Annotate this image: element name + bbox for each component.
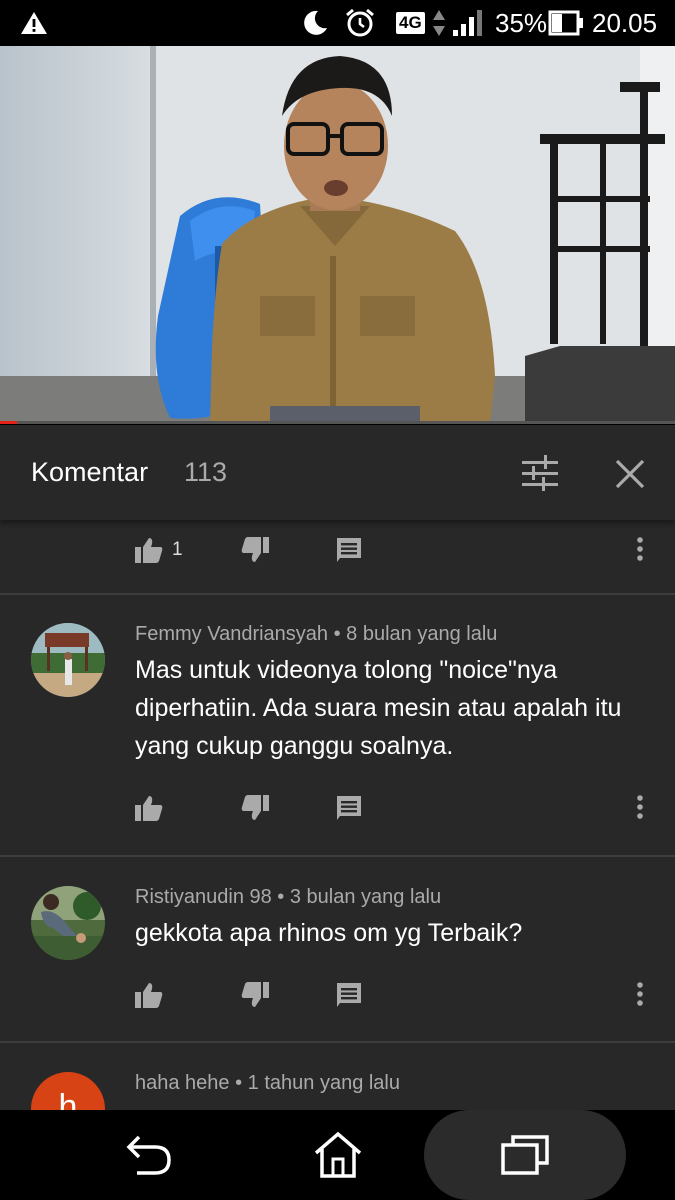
reply-button[interactable]	[336, 530, 362, 570]
video-frame	[0, 46, 675, 424]
close-icon[interactable]	[608, 449, 652, 497]
like-button[interactable]	[134, 788, 164, 828]
avatar-letter: h	[58, 1088, 78, 1110]
comments-header: Komentar 113	[0, 425, 675, 520]
signal-icon	[452, 0, 486, 46]
battery-icon	[548, 0, 584, 46]
avatar[interactable]	[31, 623, 105, 697]
thumb-down-icon	[241, 537, 269, 562]
comment-icon	[337, 983, 361, 1007]
divider	[0, 593, 675, 595]
comment-author: haha hehe • 1 tahun yang lalu	[135, 1072, 400, 1094]
home-icon[interactable]	[298, 1110, 378, 1200]
video-player[interactable]	[0, 46, 675, 424]
comments-title: Komentar	[31, 457, 149, 487]
back-icon[interactable]	[110, 1110, 190, 1200]
comment-text: gekkota apa rhinos om yg Terbaik?	[135, 919, 523, 947]
divider	[0, 855, 675, 857]
thumb-up-icon	[135, 796, 163, 821]
clock-time: 20.05	[592, 7, 658, 38]
moon-icon	[300, 0, 330, 46]
status-bar: 4G 35% 20.05	[0, 0, 675, 46]
like-button[interactable]	[134, 975, 164, 1015]
like-button[interactable]: 1	[134, 530, 183, 570]
battery-percent: 35%	[495, 7, 548, 38]
dislike-button[interactable]	[240, 975, 270, 1015]
avatar[interactable]	[31, 886, 105, 960]
more-options-icon[interactable]	[630, 530, 650, 570]
recent-apps-icon[interactable]	[424, 1110, 626, 1200]
reply-button[interactable]	[336, 788, 362, 828]
sort-icon[interactable]	[516, 449, 564, 497]
alarm-icon	[344, 0, 376, 46]
comment-author: Ristiyanudin 98 • 3 bulan yang lalu	[135, 886, 442, 908]
warning-icon	[20, 0, 48, 46]
comment-text: Mas untuk videonya tolong "noice"nya dip…	[135, 656, 622, 760]
video-progress-bar[interactable]	[0, 421, 675, 424]
avatar[interactable]: h	[31, 1072, 105, 1110]
video-progress-fill	[0, 421, 17, 424]
comment-icon	[337, 796, 361, 820]
reply-button[interactable]	[336, 975, 362, 1015]
thumb-down-icon	[241, 795, 269, 820]
dislike-button[interactable]	[240, 530, 270, 570]
like-count: 1	[172, 539, 183, 560]
navigation-bar	[0, 1110, 675, 1200]
network-type: 4G	[396, 12, 425, 34]
comment-icon	[337, 538, 361, 562]
comments-panel: Komentar 113 1 Femmy Vandriansyah • 8 bu…	[0, 425, 675, 1110]
comment-author: Femmy Vandriansyah • 8 bulan yang lalu	[135, 623, 498, 645]
divider	[0, 1041, 675, 1043]
dislike-button[interactable]	[240, 788, 270, 828]
comments-count: 113	[184, 457, 228, 487]
more-options-icon[interactable]	[630, 788, 650, 828]
lte-badge: 4G	[396, 0, 425, 46]
data-arrows-icon	[432, 0, 446, 46]
more-options-icon[interactable]	[630, 975, 650, 1015]
thumb-up-icon	[135, 538, 163, 563]
thumb-up-icon	[135, 983, 163, 1008]
thumb-down-icon	[241, 982, 269, 1007]
